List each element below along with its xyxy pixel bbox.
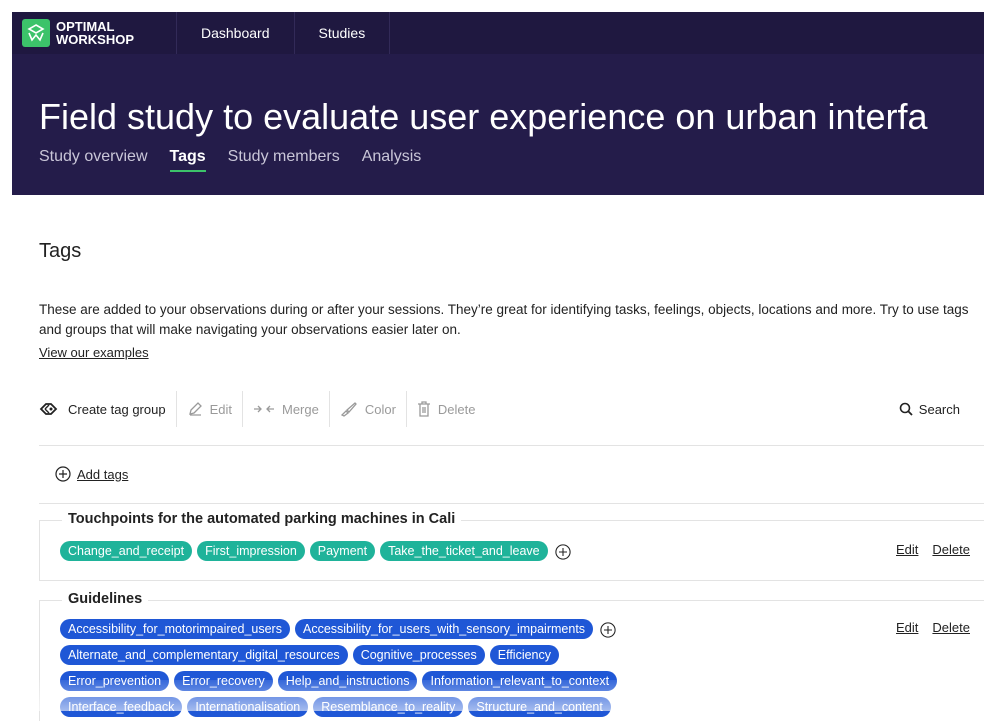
tab-tags[interactable]: Tags	[169, 148, 206, 172]
tag-row: Change_and_receipt First_impression Paym…	[60, 541, 571, 561]
tag-chip[interactable]: Error_prevention	[60, 671, 170, 691]
group-title: Touchpoints for the automated parking ma…	[62, 511, 462, 527]
edit-button[interactable]: Edit	[177, 390, 242, 428]
plus-circle-icon	[55, 466, 71, 482]
group-actions: Edit Delete	[896, 620, 970, 635]
add-tag-icon[interactable]	[554, 543, 571, 560]
tag-row: Error_prevention Error_recovery Help_and…	[60, 671, 618, 691]
study-header: Field study to evaluate user experience …	[12, 54, 984, 195]
add-tag-icon[interactable]	[600, 621, 616, 638]
tag-chip[interactable]: Accessibility_for_motorimpaired_users	[60, 619, 290, 639]
edit-label: Edit	[209, 401, 232, 417]
tab-study-overview[interactable]: Study overview	[39, 148, 148, 172]
edit-group-link[interactable]: Edit	[896, 620, 918, 635]
tag-chip[interactable]: Change_and_receipt	[60, 541, 193, 561]
toolbar: Create tag group Edit Merge Color Delete…	[39, 390, 974, 428]
tab-analysis[interactable]: Analysis	[362, 148, 422, 172]
merge-button[interactable]: Merge	[243, 390, 329, 428]
tag-chip[interactable]: Information_relevant_to_context	[422, 671, 618, 691]
add-tags-label: Add tags	[77, 466, 129, 482]
view-examples-link[interactable]: View our examples	[39, 345, 149, 360]
brand-line-2: WORKSHOP	[56, 32, 134, 47]
tag-chip[interactable]: Alternate_and_complementary_digital_reso…	[60, 645, 348, 665]
brush-icon	[340, 402, 357, 417]
merge-label: Merge	[281, 401, 319, 417]
group-title: Guidelines	[62, 591, 149, 607]
delete-label: Delete	[437, 401, 476, 417]
pencil-icon	[188, 402, 202, 416]
tag-row: Alternate_and_complementary_digital_reso…	[60, 645, 559, 665]
logo-mark-icon	[22, 19, 50, 47]
create-tag-group-label: Create tag group	[68, 401, 166, 417]
tag-icon	[39, 403, 58, 415]
nav-dashboard[interactable]: Dashboard	[176, 12, 294, 54]
brand-logo[interactable]: OPTIMAL WORKSHOP	[12, 12, 176, 54]
study-tabs: Study overview Tags Study members Analys…	[39, 148, 421, 172]
tag-chip[interactable]: Interface_feedback	[60, 697, 183, 717]
divider	[39, 580, 984, 581]
page-title: Tags	[39, 240, 82, 262]
color-label: Color	[364, 401, 396, 417]
delete-button[interactable]: Delete	[407, 390, 486, 428]
tag-chip[interactable]: Payment	[309, 541, 376, 561]
merge-icon	[253, 405, 274, 413]
tag-chip[interactable]: First_impression	[197, 541, 305, 561]
nav-studies[interactable]: Studies	[293, 12, 391, 54]
divider	[39, 503, 984, 504]
create-tag-group-button[interactable]: Create tag group	[39, 390, 176, 428]
tag-chip[interactable]: Take_the_ticket_and_leave	[380, 541, 548, 561]
color-button[interactable]: Color	[330, 390, 406, 428]
study-title: Field study to evaluate user experience …	[39, 96, 928, 137]
tag-chip[interactable]: Efficiency	[489, 645, 559, 665]
trash-icon	[417, 401, 430, 417]
divider	[39, 445, 984, 446]
tag-chip[interactable]: Cognitive_processes	[352, 645, 485, 665]
tag-chip[interactable]: Accessibility_for_users_with_sensory_imp…	[294, 619, 594, 639]
tag-row: Interface_feedback Internationalisation …	[60, 697, 611, 717]
top-nav: OPTIMAL WORKSHOP Dashboard Studies	[12, 12, 984, 54]
search-button[interactable]: Search	[899, 402, 974, 417]
edit-group-link[interactable]: Edit	[896, 542, 918, 557]
search-icon	[899, 402, 913, 416]
tag-chip[interactable]: Internationalisation	[187, 697, 309, 717]
tab-study-members[interactable]: Study members	[228, 148, 340, 172]
tag-chip[interactable]: Error_recovery	[174, 671, 273, 691]
tag-chip[interactable]: Help_and_instructions	[277, 671, 418, 691]
delete-group-link[interactable]: Delete	[932, 620, 970, 635]
tag-row: Accessibility_for_motorimpaired_users Ac…	[60, 619, 616, 639]
tag-chip[interactable]: Resemblance_to_reality	[313, 697, 464, 717]
search-label: Search	[918, 401, 960, 417]
add-tags-button[interactable]: Add tags	[55, 466, 128, 482]
delete-group-link[interactable]: Delete	[932, 542, 970, 557]
group-actions: Edit Delete	[896, 542, 970, 557]
tag-chip[interactable]: Structure_and_content	[468, 697, 611, 717]
page-description: These are added to your observations dur…	[39, 302, 969, 337]
